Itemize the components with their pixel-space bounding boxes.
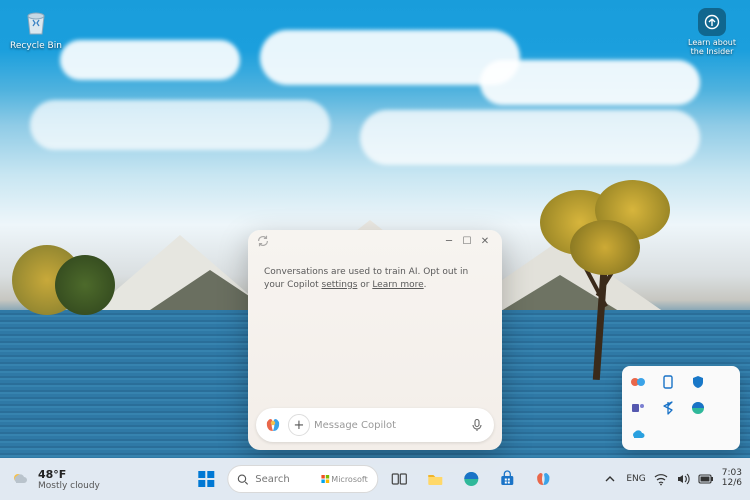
recycle-bin-icon: [20, 6, 52, 38]
weather-temp: 48°F: [38, 468, 100, 481]
disclaimer-text: .: [424, 280, 427, 290]
insider-widget-icon: [698, 8, 726, 36]
copilot-taskbar-button[interactable]: [529, 464, 559, 494]
chevron-up-icon: [605, 474, 615, 484]
taskbar-right: ENG 7:03 12/6: [594, 467, 750, 491]
tray-overflow-button[interactable]: [602, 467, 618, 491]
search-provider-label: Microsoft: [331, 475, 367, 484]
taskbar-search[interactable]: Microsoft: [227, 465, 378, 493]
weather-widget[interactable]: 48°F Mostly cloudy: [0, 468, 110, 491]
battery-button[interactable]: [698, 473, 714, 485]
copilot-icon: [535, 470, 553, 488]
microsoft-icon: [321, 475, 329, 483]
folder-icon: [427, 470, 445, 488]
store-button[interactable]: [493, 464, 523, 494]
windows-icon: [197, 470, 215, 488]
tray-teams-icon[interactable]: [630, 400, 646, 416]
plus-icon: +: [294, 418, 305, 433]
tray-edge-icon[interactable]: [690, 400, 706, 416]
start-button[interactable]: [191, 464, 221, 494]
tray-phone-link-icon[interactable]: [660, 374, 676, 390]
network-wifi-button[interactable]: [654, 472, 668, 486]
file-explorer-button[interactable]: [421, 464, 451, 494]
search-provider-badge: Microsoft: [321, 475, 367, 484]
close-button[interactable]: ✕: [476, 232, 494, 250]
tray-bluetooth-icon[interactable]: [660, 400, 676, 416]
clock-button[interactable]: 7:03 12/6: [722, 469, 742, 489]
tray-copilot-icon[interactable]: [630, 374, 646, 390]
edge-button[interactable]: [457, 464, 487, 494]
tray-security-icon[interactable]: [690, 374, 706, 390]
disclaimer-text: or: [357, 280, 372, 290]
weather-condition: Mostly cloudy: [38, 481, 100, 491]
copilot-icon: [264, 416, 282, 434]
wifi-icon: [654, 472, 668, 486]
speaker-icon: [676, 472, 690, 486]
volume-button[interactable]: [676, 472, 690, 486]
copilot-disclaimer: Conversations are used to train AI. Opt …: [248, 252, 502, 400]
desktop[interactable]: Recycle Bin Learn about the Insider ─ ☐ …: [0, 0, 750, 500]
task-view-icon: [391, 470, 409, 488]
task-view-button[interactable]: [385, 464, 415, 494]
cycle-icon: [256, 234, 270, 248]
language-label: ENG: [626, 474, 645, 484]
battery-icon: [698, 473, 714, 485]
system-tray-overflow: [622, 366, 740, 450]
taskbar: 48°F Mostly cloudy Microsoft: [0, 458, 750, 500]
insider-widget[interactable]: Learn about the Insider: [682, 8, 742, 57]
wallpaper-tree: [540, 190, 660, 370]
copilot-titlebar[interactable]: ─ ☐ ✕: [248, 230, 502, 252]
insider-widget-label: Learn about the Insider: [682, 39, 742, 57]
search-icon: [236, 473, 249, 486]
copilot-window: ─ ☐ ✕ Conversations are used to train AI…: [248, 230, 502, 450]
learn-more-link[interactable]: Learn more: [372, 280, 423, 290]
weather-icon: [10, 468, 32, 490]
copilot-message-input[interactable]: [314, 420, 462, 431]
store-icon: [499, 470, 517, 488]
settings-link[interactable]: settings: [322, 280, 358, 290]
language-indicator[interactable]: ENG: [626, 474, 645, 484]
clock-date: 12/6: [722, 479, 742, 489]
microphone-icon: [470, 418, 484, 432]
wallpaper-clouds: [0, 30, 750, 180]
copilot-logo-button[interactable]: [262, 414, 284, 436]
minimize-button[interactable]: ─: [440, 232, 458, 250]
recycle-bin[interactable]: Recycle Bin: [6, 6, 66, 51]
recycle-bin-label: Recycle Bin: [10, 41, 62, 51]
taskbar-center: Microsoft: [191, 464, 558, 494]
copilot-input-bar: +: [256, 408, 494, 442]
taskbar-search-input[interactable]: [255, 474, 315, 485]
tray-onedrive-icon[interactable]: [630, 426, 646, 442]
maximize-button[interactable]: ☐: [458, 232, 476, 250]
add-button[interactable]: +: [288, 414, 310, 436]
microphone-button[interactable]: [466, 414, 488, 436]
edge-icon: [463, 470, 481, 488]
